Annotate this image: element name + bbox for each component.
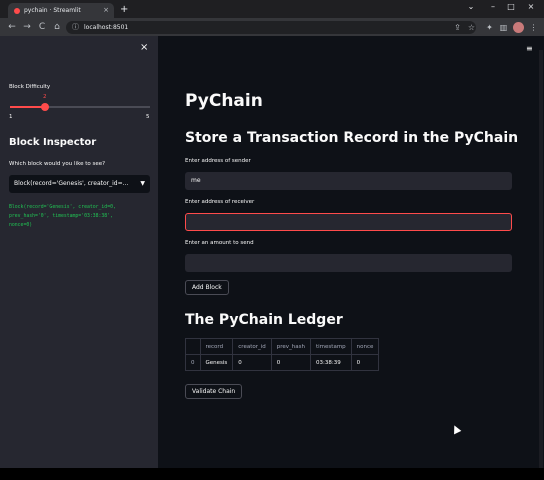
minimize-button[interactable]: – [484,0,502,14]
info-icon[interactable]: ⓘ [72,21,79,34]
chevron-down-icon: ▼ [140,180,145,187]
difficulty-max-label: 5 [146,114,150,120]
ledger-header-nonce[interactable]: nonce [350,338,380,355]
profile-avatar[interactable] [513,22,524,33]
table-cell: Genesis [199,354,234,371]
receiver-input[interactable] [185,213,512,231]
table-cell: 0 [185,354,201,371]
ledger-header-prev-hash[interactable]: prev_hash [270,338,312,355]
sidebar: × Block Difficulty 2 1 5 Block Inspector… [0,36,158,468]
add-block-button[interactable]: Add Block [185,280,229,295]
ledger-header-creator-id[interactable]: creator_id [232,338,272,355]
page-scrollbar[interactable] [539,50,543,468]
url-text: localhost:8501 [84,24,129,31]
page-title: PyChain [185,91,263,111]
difficulty-slider-fill [10,106,45,108]
back-button[interactable]: ← [6,21,18,33]
difficulty-slider-value: 2 [43,94,47,100]
new-tab-button[interactable]: + [120,3,128,17]
ledger-table: record creator_id prev_hash timestamp no… [185,338,380,371]
amount-input[interactable] [185,254,512,272]
receiver-label: Enter address of receiver [185,199,255,205]
validate-chain-button[interactable]: Validate Chain [185,384,243,399]
ledger-header-record[interactable]: record [199,338,234,355]
sender-label: Enter address of sender [185,158,251,164]
difficulty-slider-thumb[interactable] [41,103,49,111]
share-icon[interactable]: ⇪ [452,22,463,33]
block-select[interactable]: Block(record='Genesis', creator_id=... ▼ [9,175,150,193]
side-panel-icon[interactable]: ▥ [498,22,509,33]
streamlit-favicon-icon [14,7,20,14]
ledger-header-row: record creator_id prev_hash timestamp no… [185,338,380,355]
address-bar[interactable]: ⓘ localhost:8501 [66,21,476,34]
tab-bar: pychain · Streamlit × + ⌄ – □ × [0,0,544,18]
difficulty-label: Block Difficulty [9,84,51,90]
window-close-button[interactable]: × [522,0,540,14]
table-row: 0 Genesis 0 0 03:38:39 0 [185,354,380,371]
bottom-bar [0,468,544,480]
streamlit-app: × Block Difficulty 2 1 5 Block Inspector… [0,36,544,468]
sidebar-close-icon[interactable]: × [140,42,148,53]
home-button[interactable]: ⌂ [51,21,63,33]
reload-button[interactable]: C [36,21,48,33]
inspector-heading: Block Inspector [9,137,97,148]
difficulty-min-label: 1 [9,114,13,120]
browser-tab[interactable]: pychain · Streamlit × [8,3,114,18]
block-select-value: Block(record='Genesis', creator_id=... [14,180,129,187]
main-menu-icon[interactable]: ≡ [526,44,533,53]
sender-input[interactable]: me [185,172,512,190]
store-heading: Store a Transaction Record in the PyChai… [185,130,519,146]
amount-label: Enter an amount to send [185,240,254,246]
ledger-header-index [185,338,201,355]
table-cell: 0 [270,354,312,371]
maximize-button[interactable]: □ [502,0,520,14]
tab-title: pychain · Streamlit [24,7,81,14]
table-cell: 03:38:39 [310,354,352,371]
table-cell: 0 [350,354,380,371]
tab-close-icon[interactable]: × [103,3,109,18]
ledger-heading: The PyChain Ledger [185,312,343,328]
extensions-icon[interactable]: ✦ [484,22,495,33]
inspector-question: Which block would you like to see? [9,161,106,167]
block-detail-code: Block(record='Genesis', creator_id=0, pr… [9,205,116,228]
browser-window: pychain · Streamlit × + ⌄ – □ × ← → C ⌂ … [0,0,544,480]
mouse-cursor-icon [450,423,462,435]
forward-button[interactable]: → [21,21,33,33]
ledger-header-timestamp[interactable]: timestamp [310,338,352,355]
browser-menu-icon[interactable]: ⋮ [528,22,539,33]
table-cell: 0 [232,354,272,371]
bookmark-star-icon[interactable]: ☆ [466,22,477,33]
tab-search-icon[interactable]: ⌄ [462,0,480,14]
